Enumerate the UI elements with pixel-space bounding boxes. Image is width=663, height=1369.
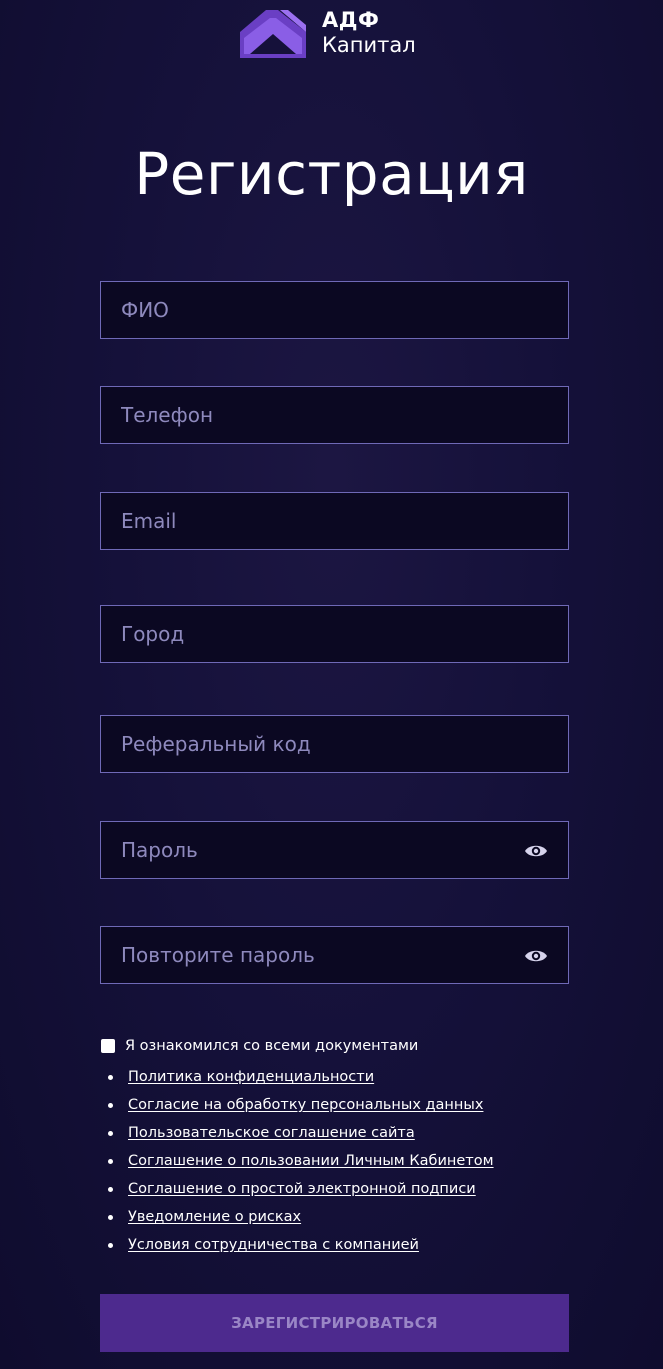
city-input[interactable] [101,606,568,662]
doc-link-privacy-policy[interactable]: Политика конфиденциальности [128,1069,374,1085]
eye-icon[interactable] [524,841,548,861]
brand-name: АДФ Капитал [322,10,416,56]
list-item: Согласие на обработку персональных данны… [100,1091,570,1119]
register-button[interactable]: Зарегистрироваться [100,1294,569,1352]
consent-checkbox[interactable] [101,1039,115,1053]
list-item: Политика конфиденциальности [100,1063,570,1091]
password-field[interactable] [100,821,569,879]
list-item: Соглашение о простой электронной подписи [100,1175,570,1203]
repeat-password-input[interactable] [101,927,568,983]
phone-field[interactable] [100,386,569,444]
repeat-password-field[interactable] [100,926,569,984]
doc-link-cabinet-agreement[interactable]: Соглашение о пользовании Личным Кабинето… [128,1153,494,1169]
list-item: Пользовательское соглашение сайта [100,1119,570,1147]
doc-link-e-signature-agreement[interactable]: Соглашение о простой электронной подписи [128,1181,476,1197]
doc-link-cooperation-terms[interactable]: Условия сотрудничества с компанией [128,1237,419,1253]
consent-row[interactable]: Я ознакомился со всеми документами [100,1035,570,1057]
fio-input[interactable] [101,282,568,338]
doc-link-risk-notice[interactable]: Уведомление о рисках [128,1209,301,1225]
brand-logo[interactable]: АДФ Капитал [240,8,416,62]
phone-input[interactable] [101,387,568,443]
list-item: Условия сотрудничества с компанией [100,1231,570,1259]
consent-section: Я ознакомился со всеми документами Полит… [100,1035,570,1259]
password-input[interactable] [101,822,568,878]
brand-name-line2: Капитал [322,33,416,57]
page-title: Регистрация [134,140,529,208]
documents-list: Политика конфиденциальности Согласие на … [100,1063,570,1259]
brand-name-line1: АДФ [322,8,380,32]
list-item: Соглашение о пользовании Личным Кабинето… [100,1147,570,1175]
email-input[interactable] [101,493,568,549]
list-item: Уведомление о рисках [100,1203,570,1231]
fio-field[interactable] [100,281,569,339]
doc-link-personal-data-consent[interactable]: Согласие на обработку персональных данны… [128,1097,483,1113]
email-field[interactable] [100,492,569,550]
house-logo-icon [240,10,306,58]
referral-code-input[interactable] [101,716,568,772]
doc-link-user-agreement[interactable]: Пользовательское соглашение сайта [128,1125,415,1141]
city-field[interactable] [100,605,569,663]
referral-code-field[interactable] [100,715,569,773]
consent-label: Я ознакомился со всеми документами [125,1038,419,1054]
eye-icon[interactable] [524,946,548,966]
